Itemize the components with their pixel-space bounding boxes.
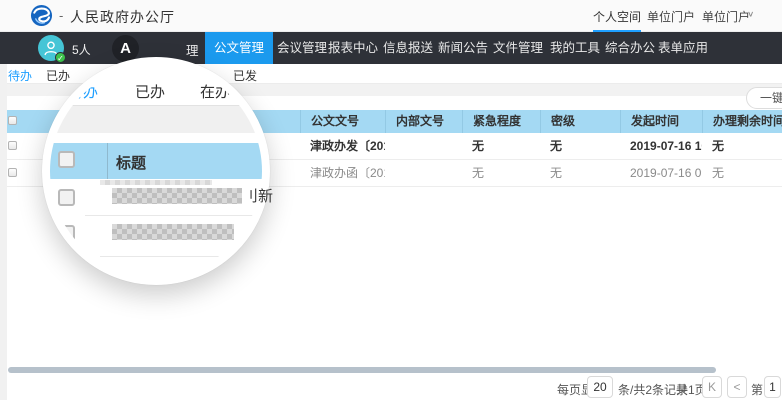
nav-item-file-mgmt[interactable]: 文件管理 xyxy=(493,32,543,64)
one-key-button[interactable]: 一键 xyxy=(746,87,782,109)
nav-item-news-notice[interactable]: 新闻公告 xyxy=(438,32,488,64)
mosaic-blur-strip xyxy=(100,180,212,185)
divider xyxy=(107,143,108,179)
per-page-input[interactable]: 20 xyxy=(587,376,613,398)
page-title: 人民政府办公厅 xyxy=(70,7,175,27)
mag-select-all-checkbox xyxy=(58,151,75,168)
col-internal-no: 内部文号 xyxy=(385,110,462,133)
cell-remaining: 无 xyxy=(702,160,782,187)
cell-doc-no: 津政办函〔2019... xyxy=(300,160,385,187)
user-avatar[interactable]: ✓ xyxy=(38,35,64,61)
main-menubar: ✓ 5人 A 理 公文管理 会议管理 报表中心 信息报送 新闻公告 文件管理 我… xyxy=(0,32,782,64)
nav-item-document-mgmt[interactable]: 公文管理 xyxy=(205,32,273,64)
nav-item-info-submit[interactable]: 信息报送 xyxy=(383,32,433,64)
tab-todo[interactable]: 待办 xyxy=(8,67,32,84)
nav-item-meeting-mgmt[interactable]: 会议管理 xyxy=(277,32,327,64)
nav-item-my-tools[interactable]: 我的工具 xyxy=(550,32,600,64)
nav-item-form-app[interactable]: 表单应用 xyxy=(658,32,708,64)
col-urgency: 紧急程度 xyxy=(462,110,540,133)
cell-remaining: 无 xyxy=(702,133,782,160)
col-remaining-time: 办理剩余时间 xyxy=(702,110,782,133)
brand-dash: - xyxy=(59,8,63,23)
chevron-down-icon[interactable]: ∨ xyxy=(747,10,754,19)
cell-start-time: 2019-07-16 09:00 xyxy=(620,160,702,187)
col-start-time: 发起时间 xyxy=(620,110,702,133)
cell-urgency: 无 xyxy=(462,133,540,160)
page-prefix-label: 第 xyxy=(751,381,763,398)
nav-item-hidden-fragment: 理 xyxy=(186,40,199,59)
mosaic-blurred-title xyxy=(112,224,234,240)
cell-start-time: 2019-07-16 10:10 xyxy=(620,133,702,160)
nav-item-report-center[interactable]: 报表中心 xyxy=(328,32,378,64)
select-all-checkbox[interactable] xyxy=(8,116,17,125)
row-checkbox[interactable] xyxy=(8,141,17,150)
cell-internal-no xyxy=(385,133,462,160)
divider xyxy=(85,215,262,216)
col-doc-no: 公文文号 xyxy=(300,110,385,133)
cell-internal-no xyxy=(385,160,462,187)
left-gutter xyxy=(0,64,7,400)
top-bar: - 人民政府办公厅 个人空间 单位门户 单位门户 ∨ xyxy=(0,0,782,32)
prev-page-button[interactable]: < xyxy=(727,376,747,398)
cell-doc-no: 津政办发〔2019... xyxy=(300,133,385,160)
mag-toolbar-band xyxy=(50,106,262,133)
portal-tab-unit-portal-2[interactable]: 单位门户 xyxy=(702,8,750,25)
mag-row-checkbox xyxy=(58,189,75,206)
cell-secrecy: 无 xyxy=(540,160,620,187)
first-page-button[interactable]: K xyxy=(702,376,722,398)
app-window: - 人民政府办公厅 个人空间 单位门户 单位门户 ∨ ✓ 5人 A 理 公文管理… xyxy=(0,0,782,400)
mag-col-title: 标题 xyxy=(116,152,146,173)
mag-table-header: 标题 xyxy=(50,143,262,179)
magnifier-overlay: 待办 已办 在办 标题 xyxy=(42,57,270,285)
cell-secrecy: 无 xyxy=(540,133,620,160)
portal-tab-personal-space[interactable]: 个人空间 xyxy=(593,8,641,25)
user-count-label: 5人 xyxy=(72,41,91,58)
mag-tab-todo: 待办 xyxy=(68,81,98,102)
online-check-icon: ✓ xyxy=(55,52,66,63)
nav-item-general-office[interactable]: 综合办公 xyxy=(605,32,655,64)
page-number-input[interactable]: 1 xyxy=(764,376,781,398)
row-checkbox[interactable] xyxy=(8,168,17,177)
mag-row-checkbox xyxy=(58,225,75,242)
portal-tab-unit-portal-1[interactable]: 单位门户 xyxy=(647,8,695,25)
mag-tab-done: 已办 xyxy=(135,81,165,102)
mag-tab-doing: 在办 xyxy=(200,81,230,102)
gov-logo-icon xyxy=(30,4,53,27)
cell-urgency: 无 xyxy=(462,160,540,187)
divider xyxy=(100,256,245,257)
magnifier-content: 待办 已办 在办 标题 xyxy=(50,65,262,277)
col-secrecy: 密级 xyxy=(540,110,620,133)
mosaic-blurred-title xyxy=(112,188,242,204)
title-visible-fragment: 刂新 xyxy=(243,185,273,206)
horizontal-scrollbar[interactable] xyxy=(8,367,716,373)
